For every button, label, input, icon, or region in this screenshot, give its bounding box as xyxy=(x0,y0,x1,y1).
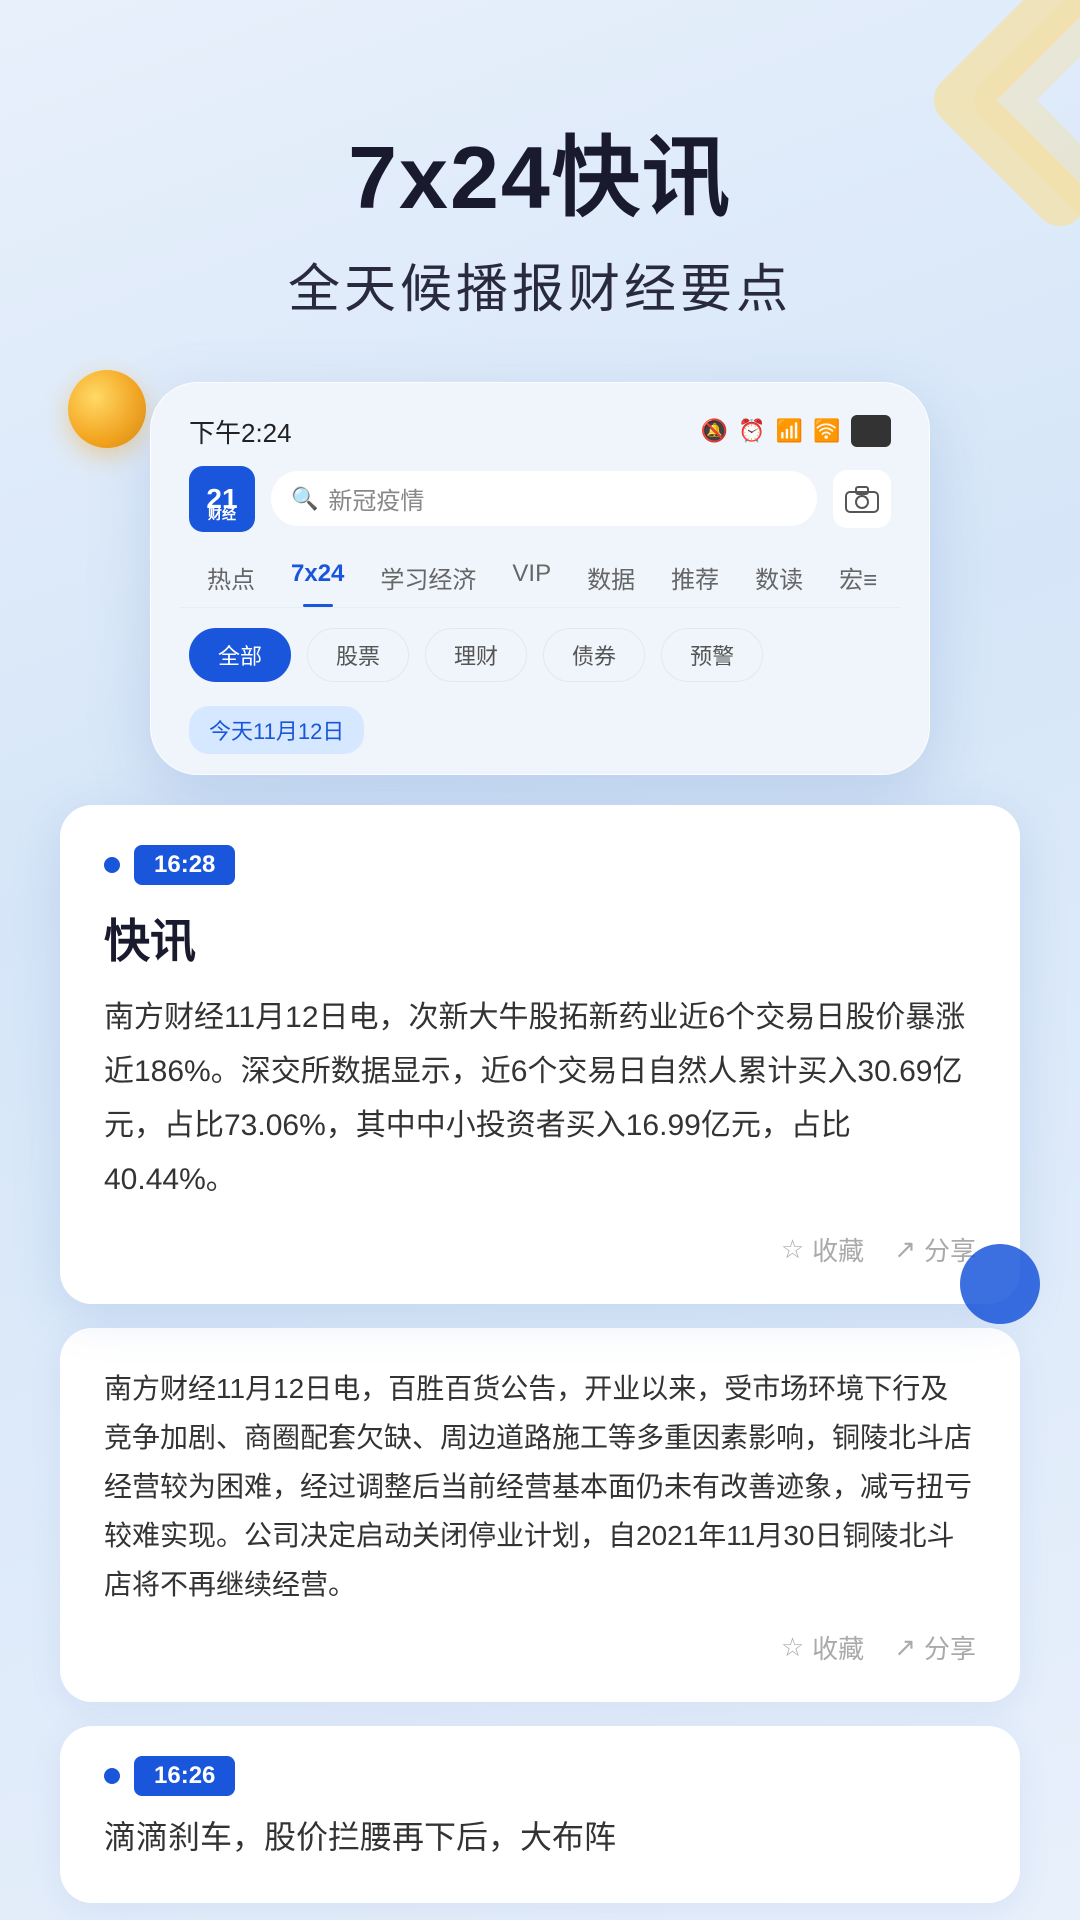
news-time-badge-1: 16:28 xyxy=(134,845,235,885)
news-card-1: 16:28 快讯 南方财经11月12日电，次新大牛股拓新药业近6个交易日股价暴涨… xyxy=(60,805,1020,1304)
filter-chips: 全部 股票 理财 债券 预警 xyxy=(179,628,901,682)
save-label-1: 收藏 xyxy=(812,1231,864,1268)
tab-shudu[interactable]: 数读 xyxy=(737,552,821,607)
news-card-1-title: 快讯 xyxy=(104,905,976,971)
tab-hot[interactable]: 热点 xyxy=(189,552,273,607)
star-icon-1: ☆ xyxy=(781,1234,804,1265)
hero-section: 7x24快讯 全天候播报财经要点 xyxy=(0,0,1080,362)
star-icon-2: ☆ xyxy=(781,1632,804,1663)
tab-learn-economy[interactable]: 学习经济 xyxy=(362,552,494,607)
phone-mockup-wrapper: 下午2:24 🔕 ⏰ 📶 🛜 73 21 财经 🔍 新冠疫情 xyxy=(0,382,1080,775)
save-button-2[interactable]: ☆ 收藏 xyxy=(781,1629,864,1666)
chip-all[interactable]: 全部 xyxy=(189,628,291,682)
search-bar[interactable]: 🔍 新冠疫情 xyxy=(271,471,817,526)
share-button-2[interactable]: ↗ 分享 xyxy=(894,1629,976,1666)
news-card-1-header: 16:28 xyxy=(104,845,976,885)
news-card-3-section: 16:26 滴滴刹车，股价拦腰再下后，大布阵 xyxy=(0,1726,1080,1903)
battery-badge: 73 xyxy=(851,415,891,447)
news-time-badge-3: 16:26 xyxy=(134,1756,235,1796)
blue-circle-deco xyxy=(960,1244,1040,1324)
news-card-3-header: 16:26 xyxy=(104,1756,976,1796)
share-label-2: 分享 xyxy=(924,1629,976,1666)
search-placeholder-text: 新冠疫情 xyxy=(328,481,424,516)
news-card-section: 16:28 快讯 南方财经11月12日电，次新大牛股拓新药业近6个交易日股价暴涨… xyxy=(0,805,1080,1304)
news-card-2-body: 南方财经11月12日电，百胜百货公告，开业以来，受市场环境下行及竞争加剧、商圈配… xyxy=(104,1364,976,1609)
share-icon-2: ↗ xyxy=(894,1632,916,1663)
news-card-2-actions: ☆ 收藏 ↗ 分享 xyxy=(104,1629,976,1666)
news-card-3: 16:26 滴滴刹车，股价拦腰再下后，大布阵 xyxy=(60,1726,1020,1903)
tab-recommend[interactable]: 推荐 xyxy=(653,552,737,607)
phone-mockup: 下午2:24 🔕 ⏰ 📶 🛜 73 21 财经 🔍 新冠疫情 xyxy=(150,382,930,775)
save-label-2: 收藏 xyxy=(812,1629,864,1666)
share-button-1[interactable]: ↗ 分享 xyxy=(894,1231,976,1268)
status-icons: 🔕 ⏰ 📶 🛜 73 xyxy=(701,415,891,447)
signal-icon: 📶 xyxy=(776,418,803,444)
tab-vip[interactable]: VIP xyxy=(494,552,569,607)
tab-data[interactable]: 数据 xyxy=(569,552,653,607)
hero-title: 7x24快讯 xyxy=(0,130,1080,227)
app-header: 21 财经 🔍 新冠疫情 xyxy=(179,466,901,532)
news-card-2-section: 南方财经11月12日电，百胜百货公告，开业以来，受市场环境下行及竞争加剧、商圈配… xyxy=(0,1328,1080,1702)
news-card-2: 南方财经11月12日电，百胜百货公告，开业以来，受市场环境下行及竞争加剧、商圈配… xyxy=(60,1328,1020,1702)
tab-7x24[interactable]: 7x24 xyxy=(273,552,362,607)
hero-subtitle: 全天候播报财经要点 xyxy=(0,247,1080,322)
news-card-1-body: 南方财经11月12日电，次新大牛股拓新药业近6个交易日股价暴涨近186%。深交所… xyxy=(104,991,976,1207)
news-card-1-actions: ☆ 收藏 ↗ 分享 xyxy=(104,1231,976,1268)
share-icon-1: ↗ xyxy=(894,1234,916,1265)
chip-alert[interactable]: 预警 xyxy=(661,628,763,682)
news-dot-3 xyxy=(104,1768,120,1784)
chip-bonds[interactable]: 债券 xyxy=(543,628,645,682)
date-badge: 今天11月12日 xyxy=(189,706,364,754)
app-logo[interactable]: 21 财经 xyxy=(189,466,255,532)
camera-button[interactable] xyxy=(833,470,891,528)
chip-finance[interactable]: 理财 xyxy=(425,628,527,682)
alarm-icon: ⏰ xyxy=(738,418,765,444)
nav-tabs: 热点 7x24 学习经济 VIP 数据 推荐 数读 宏≡ xyxy=(179,552,901,608)
status-time: 下午2:24 xyxy=(189,413,292,450)
logo-text: 财经 xyxy=(189,504,255,524)
chip-stocks[interactable]: 股票 xyxy=(307,628,409,682)
date-badge-row: 今天11月12日 xyxy=(179,706,901,774)
wifi-icon: 🛜 xyxy=(813,418,840,444)
tab-macro[interactable]: 宏≡ xyxy=(821,552,895,607)
news-card-3-title: 滴滴刹车，股价拦腰再下后，大布阵 xyxy=(104,1812,976,1863)
news-dot-1 xyxy=(104,857,120,873)
mute-icon: 🔕 xyxy=(701,418,728,444)
search-icon: 🔍 xyxy=(291,486,318,512)
save-button-1[interactable]: ☆ 收藏 xyxy=(781,1231,864,1268)
status-bar: 下午2:24 🔕 ⏰ 📶 🛜 73 xyxy=(179,413,901,450)
